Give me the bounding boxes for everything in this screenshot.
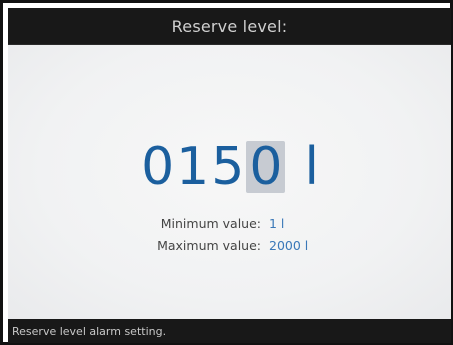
device-screen-frame: Reserve level: 0 1 5 0 l Minimum value: … [0, 0, 453, 345]
minimum-row: Minimum value: 1 l [8, 213, 451, 235]
maximum-label: Maximum value: [157, 238, 261, 253]
minimum-value: 1 l [269, 216, 285, 231]
status-text: Reserve level alarm setting. [12, 324, 167, 338]
digit-3[interactable]: 5 [210, 141, 245, 193]
unit-label: l [304, 137, 319, 197]
screen-title: Reserve level: [171, 16, 288, 36]
value-limits: Minimum value: 1 l Maximum value: 2000 l [8, 213, 451, 257]
minimum-label: Minimum value: [160, 216, 261, 231]
digit-4-selected[interactable]: 0 [246, 141, 286, 193]
value-entry-panel: 0 1 5 0 l Minimum value: 1 l Maximum val… [8, 45, 451, 319]
title-bar: Reserve level: [8, 8, 451, 45]
maximum-value: 2000 l [269, 238, 309, 253]
status-bar: Reserve level alarm setting. [8, 319, 451, 343]
digit-2[interactable]: 1 [175, 141, 210, 193]
maximum-row: Maximum value: 2000 l [8, 235, 451, 257]
reserve-level-value: 0 1 5 0 l [8, 129, 451, 193]
digit-1[interactable]: 0 [140, 141, 175, 193]
